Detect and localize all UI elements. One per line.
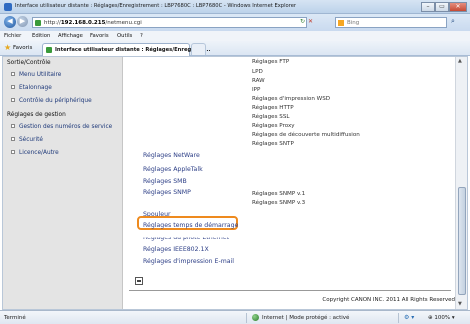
address-field[interactable]: http://192.168.0.215/netmenu.cgi [32,17,307,28]
sublist-item: Réglages FTP [252,59,290,65]
search-icon[interactable]: ⌕ [451,17,455,26]
new-tab-button[interactable] [191,43,206,55]
sidebar-item-calibration[interactable]: Etalonnage [11,85,52,91]
sublist-item: Réglages SNMP v.1 [252,191,306,197]
main-content: Réglages FTP LPD RAW IPP Réglages d'impr… [124,57,455,309]
sublist-item: LPD [252,69,263,75]
link-email-print[interactable]: Réglages d'impression E-mail [143,258,234,265]
status-divider [398,313,399,323]
sublist-item: Réglages SNMP v.3 [252,200,306,206]
address-url: http://192.168.0.215/netmenu.cgi [44,19,142,26]
status-bar: Terminé Internet | Mode protégé : activé… [0,310,470,324]
menu-bar: Fichier Edition Affichage Favoris Outils… [0,31,470,41]
bullet-icon [11,85,15,89]
search-placeholder: Bing [347,19,360,26]
forward-button[interactable]: ▶ [17,16,28,27]
back-button[interactable]: ◀ [4,16,16,28]
close-button[interactable]: ✕ [449,2,467,12]
sublist-item: Réglages de découverte multidiffusion [252,132,360,138]
favorites-button[interactable]: Favoris [13,45,32,51]
address-actions: ↻ ✕ [300,18,313,26]
sublist-item: Réglages SSL [252,114,290,120]
status-divider [246,313,247,323]
tab-favicon-icon [46,47,52,53]
sidebar-heading-management: Réglages de gestion [7,112,66,118]
bullet-icon [11,124,15,128]
link-netware[interactable]: Réglages NetWare [143,152,200,159]
link-ieee8021x[interactable]: Réglages IEEE802.1X [143,246,209,253]
link-startup-time[interactable]: Réglages temps de démarrage [143,222,238,229]
zoom-level[interactable]: ⊕ 100% ▾ [428,315,455,321]
sublist-item: Réglages Proxy [252,123,295,129]
internet-zone-icon [252,314,259,321]
sidebar-item-license[interactable]: Licence/Autre [11,150,59,156]
sidebar-item-utility-menu[interactable]: Menu Utilitaire [11,72,61,78]
menu-favorites[interactable]: Favoris [90,33,109,39]
sublist-item: IPP [252,87,261,93]
security-zone[interactable]: Internet | Mode protégé : activé [262,315,349,321]
favorites-bar: ★ Favoris Interface utilisateur distante… [0,41,470,56]
sublist-item: Réglages HTTP [252,105,294,111]
bullet-icon [11,72,15,76]
bing-icon [338,20,344,26]
maximize-button[interactable]: ▭ [435,2,449,12]
favorites-star-icon[interactable]: ★ [4,44,11,52]
link-snmp[interactable]: Réglages SNMP [143,189,191,196]
link-appletalk[interactable]: Réglages AppleTalk [143,166,203,173]
page-viewport: Sortie/Contrôle Menu Utilitaire Etalonna… [2,56,468,310]
menu-tools[interactable]: Outils [117,33,132,39]
ie-icon [4,3,12,11]
bullet-icon [11,98,15,102]
window-title: Interface utilisateur distante : Réglage… [15,3,297,9]
sublist-item: RAW [252,78,265,84]
link-smb[interactable]: Réglages SMB [143,178,187,185]
refresh-icon[interactable]: ↻ [300,18,305,26]
sidebar-item-device-control[interactable]: Contrôle du périphérique [11,98,92,104]
sidebar: Sortie/Contrôle Menu Utilitaire Etalonna… [3,57,123,309]
scroll-down-icon[interactable]: ▼ [458,301,462,307]
menu-help[interactable]: ? [140,33,143,39]
browser-tab[interactable]: Interface utilisateur distante : Réglage… [42,43,211,56]
sidebar-item-security[interactable]: Sécurité [11,137,43,143]
sidebar-heading-output-control: Sortie/Contrôle [7,60,51,66]
sidebar-item-department-id[interactable]: Gestion des numéros de service [11,124,112,130]
footer-divider [129,290,451,291]
scrollbar-thumb[interactable] [458,187,466,295]
menu-edit[interactable]: Edition [32,33,50,39]
page-top-icon[interactable] [135,277,143,285]
menu-view[interactable]: Affichage [58,33,83,39]
bullet-icon [11,150,15,154]
tab-label: Interface utilisateur distante : Réglage… [55,47,211,53]
copyright-text: Copyright CANON INC. 2011 All Rights Res… [322,297,455,303]
window-titlebar: Interface utilisateur distante : Réglage… [0,0,470,14]
scroll-up-icon[interactable]: ▲ [458,58,462,64]
stop-icon[interactable]: ✕ [308,18,313,26]
sublist-item: Réglages d'impression WSD [252,96,331,102]
window-controls: – ▭ ✕ [421,2,467,12]
page-favicon-icon [35,20,41,26]
protected-mode-icon[interactable]: ⚙ ▾ [404,314,414,321]
vertical-scrollbar[interactable]: ▲ ▼ [455,57,467,309]
status-text: Terminé [4,315,26,321]
search-input[interactable]: Bing [335,17,447,28]
link-ethernet-driver[interactable]: Réglages du pilote Ethernet [143,238,229,242]
minimize-button[interactable]: – [421,2,435,12]
sublist-item: Réglages SNTP [252,141,294,147]
address-toolbar: ◀ ▶ http://192.168.0.215/netmenu.cgi ↻ ✕… [0,14,470,31]
menu-file[interactable]: Fichier [4,33,21,39]
bullet-icon [11,137,15,141]
